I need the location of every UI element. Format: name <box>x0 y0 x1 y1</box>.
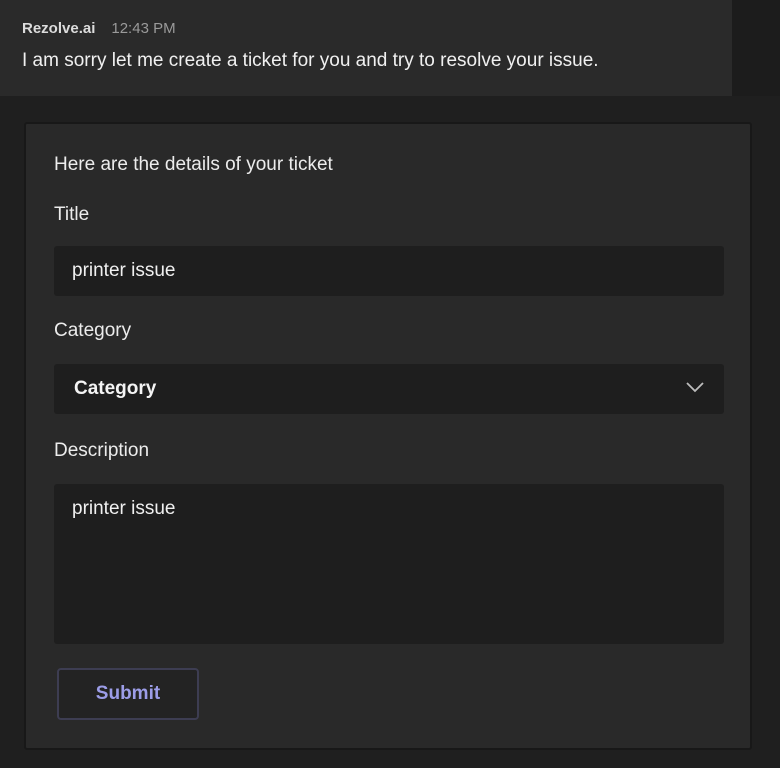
message-text: I am sorry let me create a ticket for yo… <box>22 50 599 71</box>
description-label: Description <box>54 440 150 461</box>
title-input[interactable]: printer issue <box>54 246 724 296</box>
bot-message: Rezolve.ai 12:43 PM I am sorry let me cre… <box>0 0 732 96</box>
sender-name: Rezolve.ai <box>22 20 96 37</box>
title-label: Title <box>54 204 90 225</box>
message-header: Rezolve.ai 12:43 PM <box>22 20 176 37</box>
category-select[interactable]: Category <box>54 364 724 414</box>
card-intro-text: Here are the details of your ticket <box>54 154 333 175</box>
submit-button[interactable]: Submit <box>57 668 199 720</box>
message-timestamp: 12:43 PM <box>111 20 176 37</box>
message-gutter <box>732 0 780 96</box>
chevron-down-icon <box>686 382 704 393</box>
category-label: Category <box>54 320 132 341</box>
ticket-card: Here are the details of your ticket Titl… <box>24 122 752 750</box>
description-textarea[interactable]: printer issue <box>54 484 724 644</box>
category-select-value: Category <box>74 378 157 399</box>
chat-area: Rezolve.ai 12:43 PM I am sorry let me cre… <box>0 0 780 768</box>
